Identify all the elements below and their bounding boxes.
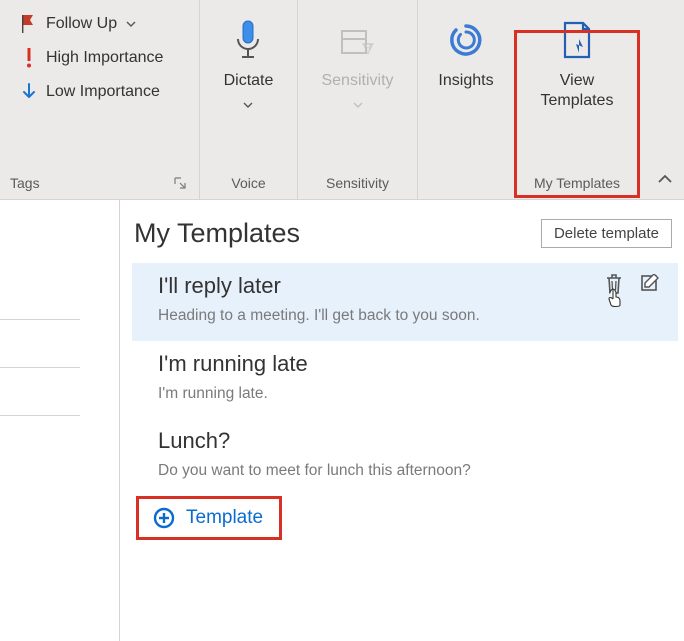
sensitivity-button: Sensitivity [307, 10, 407, 114]
panel-title: My Templates [134, 218, 300, 249]
template-item[interactable]: Lunch? Do you want to meet for lunch thi… [132, 418, 678, 496]
edit-icon[interactable] [640, 274, 660, 294]
ribbon-group-sensitivity: Sensitivity Sensitivity [298, 0, 418, 199]
ribbon-group-voice: Dictate Voice [200, 0, 298, 199]
template-item[interactable]: I'm running late I'm running late. [132, 341, 678, 419]
low-importance-button[interactable]: Low Importance [20, 82, 160, 102]
insights-label: Insights [438, 72, 493, 90]
chevron-down-icon [242, 100, 254, 110]
high-importance-label: High Importance [46, 49, 163, 67]
sidebar-entry[interactable] [0, 338, 80, 368]
dictate-label: Dictate [224, 72, 274, 90]
insights-icon [446, 14, 486, 66]
chevron-down-icon [352, 100, 364, 110]
template-title: I'm running late [158, 351, 664, 377]
tags-group-label: Tags [10, 175, 40, 191]
chevron-down-icon [125, 18, 137, 30]
left-sidebar [0, 200, 120, 641]
mic-icon [232, 14, 264, 66]
template-item[interactable]: I'll reply later Heading to a meeting. I… [132, 263, 678, 341]
follow-up-label: Follow Up [46, 15, 117, 33]
voice-group-label: Voice [231, 175, 265, 191]
template-body: I'm running late. [158, 383, 664, 405]
content-area: My Templates Delete template I'll reply … [0, 200, 684, 641]
annotation-highlight [514, 30, 640, 198]
tags-dialog-launcher-icon[interactable] [173, 176, 193, 190]
flag-icon [20, 14, 38, 34]
add-template-label: Template [186, 507, 263, 529]
delete-template-button[interactable]: Delete template [541, 219, 672, 248]
high-importance-button[interactable]: High Importance [20, 48, 163, 68]
template-title: Lunch? [158, 428, 664, 454]
sensitivity-icon [338, 14, 378, 66]
ribbon: Follow Up High Importance Low Importanc [0, 0, 684, 200]
sidebar-entry[interactable] [0, 386, 80, 416]
plus-circle-icon [152, 506, 176, 530]
template-title: I'll reply later [158, 273, 664, 299]
sensitivity-group-label: Sensitivity [326, 175, 389, 191]
trash-icon[interactable] [604, 273, 624, 295]
sensitivity-label: Sensitivity [321, 72, 393, 90]
follow-up-button[interactable]: Follow Up [20, 14, 137, 34]
low-importance-label: Low Importance [46, 83, 160, 101]
template-body: Do you want to meet for lunch this after… [158, 460, 664, 482]
insights-button[interactable]: Insights [424, 10, 507, 94]
templates-panel: My Templates Delete template I'll reply … [120, 200, 684, 641]
low-importance-icon [20, 82, 38, 102]
sidebar-entry[interactable] [0, 290, 80, 320]
high-importance-icon [20, 48, 38, 68]
ribbon-group-my-templates: View Templates My Templates [514, 0, 640, 199]
add-template-button[interactable]: Template [132, 496, 277, 540]
ribbon-group-tags: Follow Up High Importance Low Importanc [0, 0, 200, 199]
template-body: Heading to a meeting. I'll get back to y… [158, 305, 664, 327]
collapse-ribbon-icon[interactable] [656, 171, 674, 189]
cursor-icon [606, 287, 626, 309]
ribbon-group-insights: Insights [418, 0, 514, 199]
dictate-button[interactable]: Dictate [210, 10, 288, 114]
